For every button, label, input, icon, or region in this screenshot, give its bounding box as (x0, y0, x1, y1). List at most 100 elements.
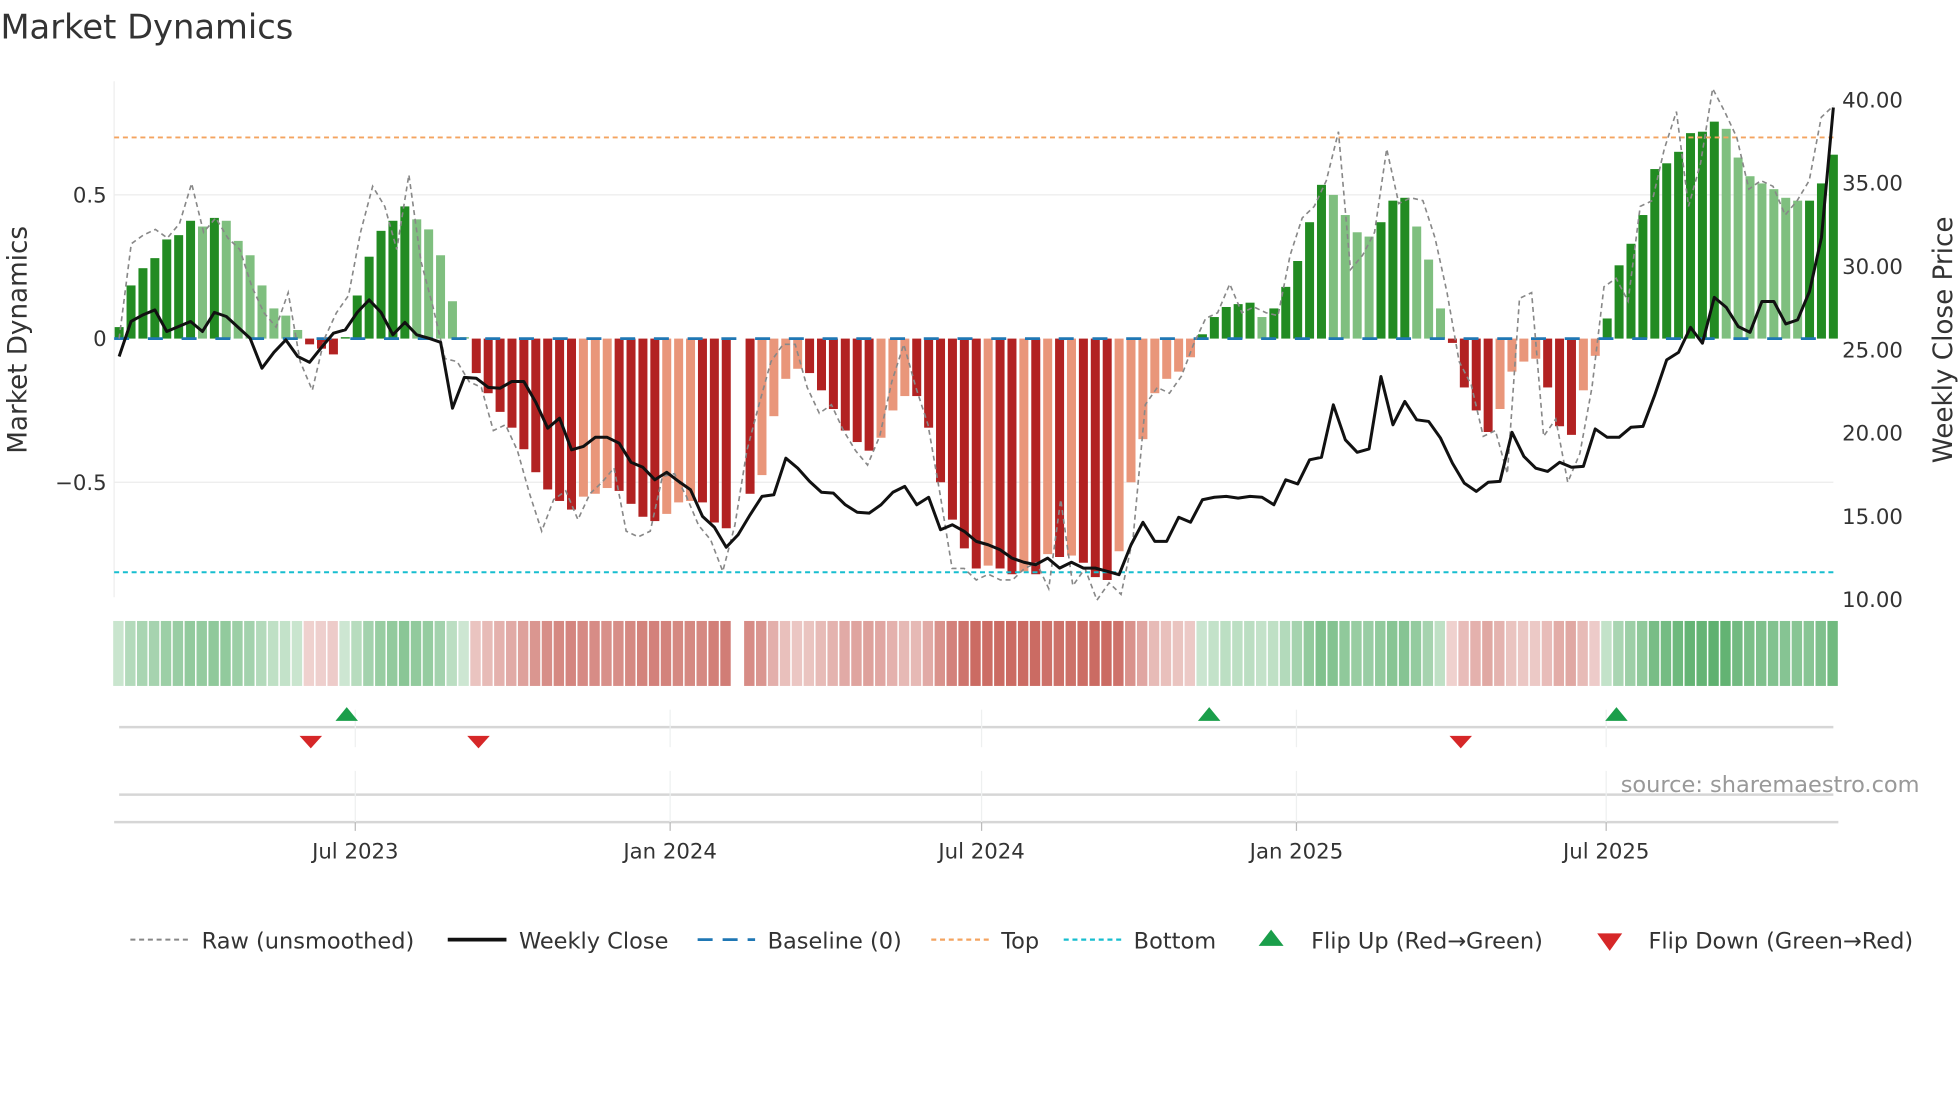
dynamics-bar (924, 338, 934, 428)
dynamics-bar (1543, 338, 1553, 388)
x-tick-label: Jan 2025 (1248, 839, 1344, 864)
strip-cell (410, 620, 422, 686)
strip-cell (1732, 620, 1743, 686)
dynamics-bar (1174, 338, 1184, 372)
strip-cell (160, 620, 172, 686)
strip-cell (1672, 620, 1684, 686)
strip-cell (910, 620, 922, 686)
strip-cell (1720, 620, 1731, 686)
strip-cell (886, 620, 898, 686)
strip-cell (613, 620, 624, 686)
dynamics-bar (1352, 232, 1362, 339)
dynamics-bar (686, 338, 696, 501)
dynamics-bar (805, 338, 815, 374)
strip-cell (851, 620, 862, 686)
left-tick-label: −0.5 (55, 471, 107, 496)
strip-cell (136, 620, 148, 686)
left-tick-label: 0.5 (73, 183, 107, 208)
right-axis-label: Weekly Close Price (1929, 217, 1959, 464)
strip-cell (1410, 620, 1422, 686)
flip-down-marker (1449, 735, 1472, 749)
strip-cell (1220, 620, 1231, 686)
strip-cell (589, 620, 600, 686)
dynamics-bar (1340, 215, 1350, 339)
strip-cell (1613, 620, 1624, 686)
legend: Raw (unsmoothed) Weekly Close Baseline (… (130, 928, 1913, 954)
strip-cell (1708, 620, 1719, 686)
legend-item-close: Weekly Close (447, 928, 668, 954)
dynamics-bar (138, 268, 148, 339)
strip-cell (1375, 620, 1386, 686)
strip-cell (517, 620, 529, 686)
dynamics-bar (1055, 338, 1065, 557)
source-label: source: sharemaestro.com (1621, 772, 1920, 798)
strip-cell (1625, 620, 1636, 686)
strip-cell (1422, 620, 1434, 686)
strip-cell (1017, 620, 1029, 686)
strip-cell (970, 620, 981, 686)
dynamics-bar (959, 338, 969, 549)
strip-cell (1172, 620, 1184, 686)
strip-cell (1779, 620, 1791, 686)
dynamics-bar (1757, 183, 1767, 339)
right-tick-label: 30.00 (1842, 255, 1903, 280)
dynamics-bar (174, 235, 184, 339)
dynamics-bar (376, 230, 386, 339)
dynamics-bar (1400, 197, 1410, 339)
dynamics-bar (1650, 169, 1660, 339)
dynamics-bar (1114, 338, 1124, 552)
strip-cell (208, 620, 219, 686)
dynamics-bar (662, 338, 672, 514)
right-tick-label: 35.00 (1842, 172, 1903, 197)
x-tick-label: Jul 2024 (936, 839, 1024, 864)
dynamics-bar (1316, 184, 1326, 339)
dynamics-bar (1483, 338, 1493, 432)
strip-cell (279, 620, 291, 686)
dynamics-bar (471, 338, 481, 374)
strip-cell (220, 620, 231, 686)
strip-cell (1065, 620, 1076, 686)
dynamics-bar (245, 255, 255, 339)
dynamics-bar (1614, 265, 1624, 339)
dynamics-bar (1328, 194, 1338, 339)
strip-cell (327, 620, 338, 686)
dynamics-bar (936, 338, 946, 483)
strip-cell (172, 620, 184, 686)
dynamics-bar (971, 338, 981, 569)
strip-cell (636, 620, 648, 686)
dynamics-bar (578, 338, 588, 497)
dynamics-bar (1269, 308, 1279, 339)
strip-cell (434, 620, 446, 686)
strip-cell (113, 620, 124, 686)
strip-cell (744, 620, 755, 686)
dynamics-bar (1519, 338, 1529, 362)
strip-cell (494, 620, 505, 686)
right-tick-label: 25.00 (1842, 338, 1903, 363)
strip-cell (827, 620, 838, 686)
strip-cell (232, 620, 243, 686)
dynamics-bar (888, 338, 898, 411)
strip-cell (1529, 620, 1541, 686)
strip-cell (1505, 620, 1517, 686)
strip-cell (1267, 620, 1279, 686)
strip-cell (339, 620, 350, 686)
strip-cell (529, 620, 541, 686)
strip-cell (470, 620, 481, 686)
strip-cell (1458, 620, 1469, 686)
dynamics-bar (769, 338, 779, 417)
dynamics-bar (567, 338, 577, 510)
strip-cell (839, 620, 850, 686)
strip-cell (267, 620, 279, 686)
x-axis-ticks: Jul 2023 Jan 2024 Jul 2024 Jan 2025 Jul 2025 (310, 822, 1649, 864)
dynamics-bar (1566, 338, 1576, 435)
flip-up-marker (1605, 707, 1628, 721)
strip-cell (1755, 620, 1767, 686)
strip-cell (1386, 620, 1398, 686)
strip-cell (958, 620, 969, 686)
dynamics-bar (1126, 338, 1136, 483)
dynamics-bar (257, 285, 267, 339)
strip-cell (351, 620, 362, 686)
strip-cell (708, 620, 719, 686)
dynamics-bar (150, 258, 160, 339)
strip-cell (815, 620, 826, 686)
